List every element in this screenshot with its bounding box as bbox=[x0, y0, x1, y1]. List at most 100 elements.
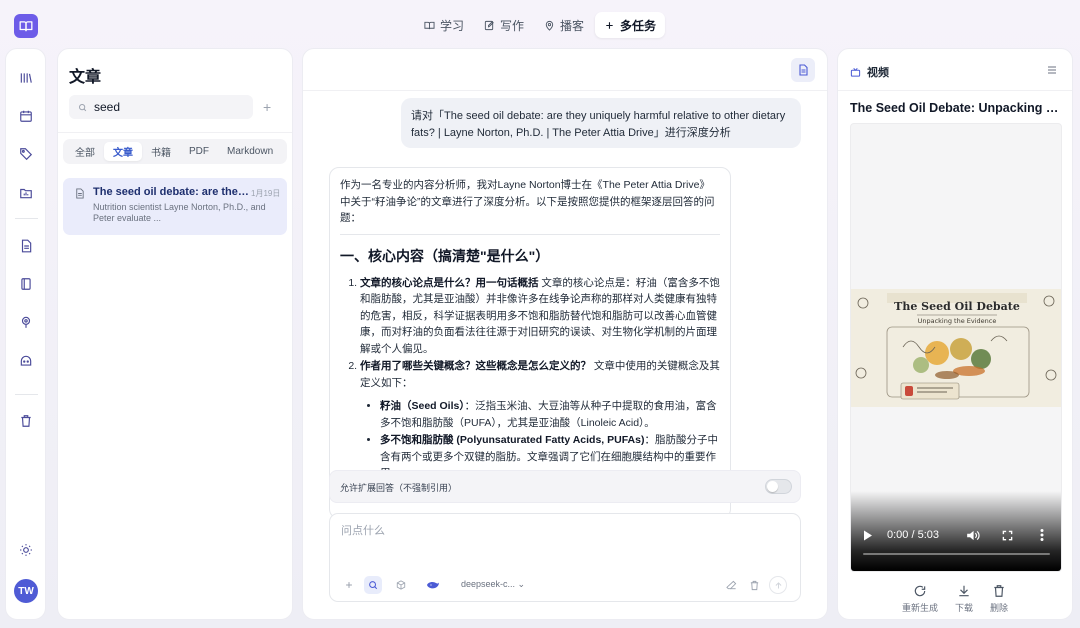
menu-icon bbox=[1048, 66, 1056, 74]
download-button[interactable]: 下载 bbox=[955, 584, 973, 614]
video-panel-header: 视频 bbox=[850, 64, 889, 80]
download-label: 下载 bbox=[955, 603, 974, 613]
panel-title: 文章 bbox=[69, 69, 102, 86]
cube-tool-button[interactable] bbox=[392, 576, 410, 594]
trash-icon bbox=[994, 585, 1004, 597]
answer-item: 文章的核心论点是什么？用一句话概括 文章的核心论点是：籽油（富含多不饱和脂肪酸，… bbox=[360, 275, 720, 358]
extended-answer-row: 允许扩展回答（不强制引用） bbox=[329, 470, 801, 503]
tab-learn[interactable]: 学习 bbox=[415, 12, 473, 38]
extended-answer-toggle[interactable] bbox=[765, 479, 792, 494]
top-nav: 学习 写作 播客 多任务 bbox=[415, 12, 666, 38]
refresh-icon bbox=[914, 585, 926, 597]
app-logo[interactable] bbox=[14, 14, 38, 38]
folder-icon[interactable] bbox=[18, 185, 34, 201]
tab-label: 多任务 bbox=[620, 18, 657, 33]
video-panel-title: 视频 bbox=[867, 67, 889, 79]
extended-answer-label: 允许扩展回答（不强制引用） bbox=[340, 483, 458, 493]
search-box bbox=[69, 95, 253, 119]
eraser-button[interactable] bbox=[722, 576, 740, 594]
whale-icon bbox=[427, 581, 439, 589]
video-controls-gradient bbox=[851, 491, 1061, 571]
tab-podcast[interactable]: 播客 bbox=[535, 12, 593, 38]
article-list-item[interactable]: The seed oil debate: are they uniquely h… bbox=[63, 178, 287, 235]
document-icon bbox=[76, 188, 84, 199]
model-name: deepseek-c... bbox=[461, 579, 516, 589]
arrow-up-icon bbox=[775, 581, 781, 588]
regenerate-button[interactable]: 重新生成 bbox=[902, 584, 938, 614]
thumbnail-subtitle: Unpacking the Evidence bbox=[918, 317, 997, 325]
play-icon[interactable] bbox=[863, 530, 873, 541]
concept-term: 籽油（Seed Oils） bbox=[380, 400, 465, 412]
assistant-answer: 作为一名专业的内容分析师，我对Layne Norton博士在《The Peter… bbox=[329, 167, 731, 519]
menu-button[interactable] bbox=[1046, 64, 1058, 76]
video-time: 0:00 / 5:03 bbox=[887, 529, 939, 541]
regenerate-label: 重新生成 bbox=[902, 603, 939, 613]
tag-icon[interactable] bbox=[18, 146, 34, 162]
answer-question: 文章的核心论点是什么？用一句话概括 bbox=[360, 276, 539, 289]
filter-tabs: 全部 文章 书籍 PDF Markdown bbox=[63, 139, 287, 164]
divider bbox=[303, 90, 827, 91]
plus-icon bbox=[606, 21, 613, 29]
user-message: 请对「The seed oil debate: are they uniquel… bbox=[401, 98, 801, 148]
avatar[interactable]: TW bbox=[14, 579, 38, 603]
divider bbox=[838, 90, 1072, 91]
chat-input[interactable] bbox=[341, 522, 781, 546]
toggle-knob bbox=[767, 481, 778, 492]
article-list-panel: 文章 + 全部 文章 书籍 PDF Markdown The seed oil … bbox=[57, 48, 293, 620]
answer-heading: 一、核心内容（搞清楚"是什么"） bbox=[340, 247, 550, 264]
filter-markdown[interactable]: Markdown bbox=[218, 142, 282, 161]
article-title: The seed oil debate: are they uniquely h… bbox=[93, 186, 251, 198]
notebook-icon[interactable] bbox=[18, 276, 34, 292]
volume-icon[interactable] bbox=[966, 529, 980, 542]
trash-icon[interactable] bbox=[18, 413, 34, 429]
add-attachment-button[interactable] bbox=[340, 576, 358, 594]
document-icon[interactable] bbox=[18, 238, 34, 254]
fullscreen-icon[interactable] bbox=[1002, 530, 1013, 541]
filter-book[interactable]: 书籍 bbox=[142, 142, 180, 161]
concept-item: 籽油（Seed Oils）：泛指玉米油、大豆油等从种子中提取的食用油，富含多不饱… bbox=[380, 398, 720, 431]
plus-icon bbox=[346, 582, 352, 588]
tab-write[interactable]: 写作 bbox=[475, 12, 533, 38]
chat-panel: 请对「The seed oil debate: are they uniquel… bbox=[302, 48, 828, 620]
rail-divider bbox=[15, 394, 38, 395]
document-icon bbox=[799, 64, 808, 76]
model-selector[interactable]: deepseek-c... ⌄ bbox=[461, 579, 525, 590]
trash-icon bbox=[750, 580, 758, 590]
search-mode-button[interactable] bbox=[364, 576, 382, 594]
add-article-button[interactable]: + bbox=[263, 100, 271, 114]
filter-all[interactable]: 全部 bbox=[66, 142, 104, 161]
send-button[interactable] bbox=[769, 576, 787, 594]
answer-divider bbox=[340, 233, 720, 235]
answer-question: 作者用了哪些关键概念？这些概念是怎么定义的？ bbox=[360, 360, 591, 372]
video-progress-track[interactable] bbox=[863, 553, 1050, 555]
icon-rail: TW bbox=[5, 48, 46, 620]
sun-icon[interactable] bbox=[18, 542, 34, 558]
model-logo-button[interactable] bbox=[422, 576, 444, 594]
article-snippet: Nutrition scientist Layne Norton, Ph.D.,… bbox=[93, 202, 266, 223]
calendar-icon[interactable] bbox=[18, 108, 34, 124]
delete-chat-button[interactable] bbox=[745, 576, 763, 594]
concept-term: 多不饱和脂肪酸 (Polyunsaturated Fatty Acids, PU… bbox=[380, 434, 645, 446]
filter-pdf[interactable]: PDF bbox=[180, 142, 218, 161]
filter-article[interactable]: 文章 bbox=[104, 142, 142, 161]
delete-video-button[interactable]: 删除 bbox=[990, 584, 1008, 614]
podcast-icon[interactable] bbox=[18, 314, 34, 330]
concept-list: 籽油（Seed Oils）：泛指玉米油、大豆油等从种子中提取的食用油，富含多不饱… bbox=[380, 398, 720, 482]
tab-multitask[interactable]: 多任务 bbox=[595, 12, 666, 38]
answer-item: 作者用了哪些关键概念？这些概念是怎么定义的？ 文章中使用的关键概念及其定义如下：… bbox=[360, 358, 720, 482]
search-input[interactable] bbox=[94, 100, 244, 114]
tab-label: 学习 bbox=[439, 18, 464, 33]
library-icon[interactable] bbox=[18, 70, 34, 86]
article-date: 1月19日 bbox=[251, 189, 281, 198]
delete-label: 删除 bbox=[990, 603, 1009, 613]
answer-list: 文章的核心论点是什么？用一句话概括 文章的核心论点是：籽油（富含多不饱和脂肪酸，… bbox=[360, 275, 720, 482]
book-open-icon bbox=[19, 21, 33, 32]
divider bbox=[58, 132, 292, 133]
cube-icon bbox=[396, 580, 406, 590]
video-player[interactable]: The Seed Oil Debate Unpacking the Eviden… bbox=[850, 123, 1062, 572]
map-pin-icon bbox=[545, 20, 554, 31]
document-view-button[interactable] bbox=[791, 58, 815, 82]
more-options-icon[interactable] bbox=[1040, 529, 1044, 541]
video-thumbnail: The Seed Oil Debate Unpacking the Eviden… bbox=[851, 289, 1061, 407]
robot-icon[interactable] bbox=[18, 353, 34, 369]
